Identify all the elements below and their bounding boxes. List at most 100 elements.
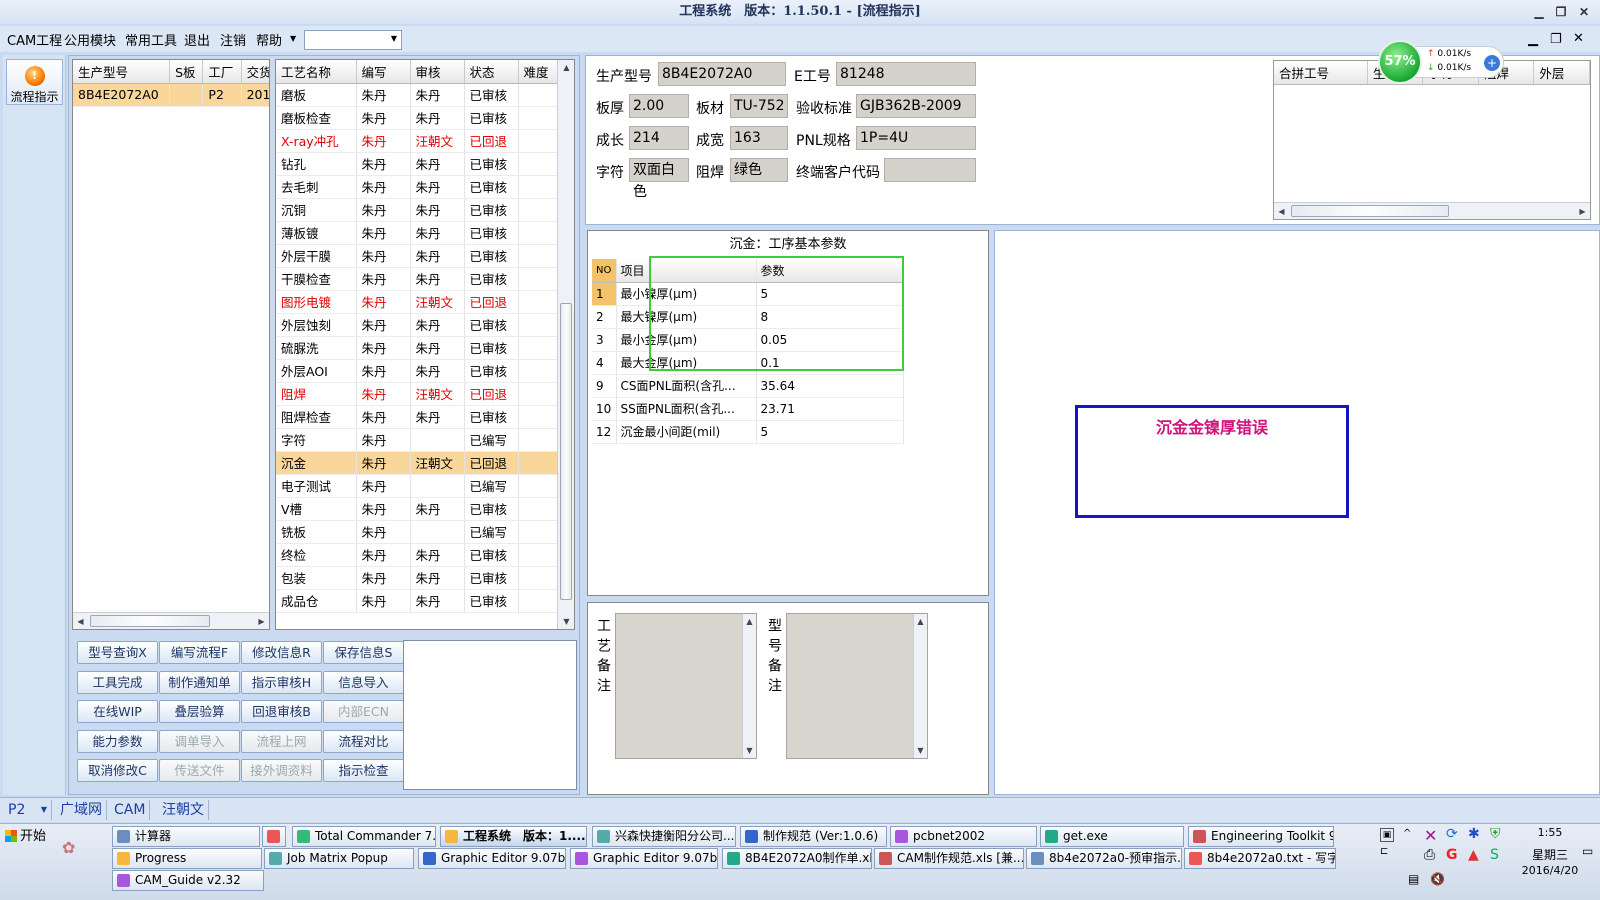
scroll-left-icon[interactable]: ◀ <box>73 614 88 629</box>
product-row[interactable]: 8B4E2072A0 P22016/ <box>73 83 269 107</box>
process-row[interactable]: 去毛刺 朱丹 朱丹 已审核 <box>276 175 559 199</box>
taskbar-item[interactable]: Progress <box>112 848 262 869</box>
product-column-header[interactable]: S板 <box>169 60 204 84</box>
menu-combo[interactable]: ▼ <box>304 30 402 50</box>
process-row[interactable]: 字符 朱丹 已编写 <box>276 428 559 452</box>
process-row[interactable]: 终检 朱丹 朱丹 已审核 <box>276 543 559 567</box>
pnl-field[interactable]: 1P=4U <box>856 126 976 150</box>
process-column-header[interactable]: 审核 <box>410 60 465 84</box>
taskbar-item[interactable]: pcbnet2002 <box>890 826 1037 847</box>
process-row[interactable]: V槽 朱丹 朱丹 已审核 <box>276 497 559 521</box>
action-button[interactable]: 编写流程F <box>159 641 240 664</box>
action-button[interactable]: 接外调资料 <box>241 759 322 782</box>
tray-x-icon[interactable]: ✕ <box>1424 826 1437 845</box>
process-row[interactable]: 包装 朱丹 朱丹 已审核 <box>276 566 559 590</box>
process-row[interactable]: 图形电镀 朱丹 汪朝文 已回退 <box>276 290 559 314</box>
scroll-up-icon[interactable]: ▲ <box>914 614 927 629</box>
action-button[interactable]: 调单导入 <box>159 729 240 753</box>
process-column-header[interactable]: 工艺名称 <box>276 60 357 84</box>
tray-s-icon[interactable]: S <box>1490 847 1499 863</box>
action-button[interactable]: 型号查询X <box>77 641 158 664</box>
taskbar-item[interactable]: 兴森快捷衡阳分公司... <box>592 826 736 847</box>
process-row[interactable]: 电子测试 朱丹 已编写 <box>276 474 559 498</box>
process-column-header[interactable]: 难度 <box>518 60 559 84</box>
process-vertical-scrollbar[interactable]: ▲ ▼ <box>557 60 574 629</box>
standard-field[interactable]: GJB362B-2009 <box>856 94 976 118</box>
process-column-header[interactable]: 编写 <box>356 60 411 84</box>
action-button[interactable]: 回退审核B <box>241 700 322 723</box>
process-row[interactable]: 硫脲洗 朱丹 朱丹 已审核 <box>276 336 559 360</box>
process-row[interactable]: 外层蚀刻 朱丹 朱丹 已审核 <box>276 313 559 337</box>
menu-common-module[interactable]: 公用模块 <box>64 30 116 49</box>
scroll-up-icon[interactable]: ▲ <box>743 614 756 629</box>
process-row[interactable]: 成品仓 朱丹 朱丹 已审核 <box>276 589 559 613</box>
menu-dropdown-icon[interactable]: ▼ <box>290 34 296 43</box>
menu-tools[interactable]: 常用工具 <box>125 30 177 49</box>
product-horizontal-scrollbar[interactable]: ◀ ▶ <box>73 612 269 629</box>
mdi-close-icon[interactable]: ✕ <box>1573 31 1584 46</box>
tray-g-icon[interactable]: G <box>1446 847 1458 863</box>
model-notes-textarea[interactable]: ▲ ▼ <box>786 613 928 759</box>
process-row[interactable]: 铣板 朱丹 已编写 <box>276 520 559 544</box>
action-button[interactable]: 指示审核H <box>241 670 322 694</box>
action-button[interactable]: 在线WIP <box>77 700 158 723</box>
process-row[interactable]: 磨板检查 朱丹 朱丹 已审核 <box>276 106 559 130</box>
scroll-thumb[interactable] <box>90 615 210 627</box>
volume-muted-icon[interactable]: 🔇 <box>1430 872 1445 886</box>
process-row[interactable]: 薄板镀 朱丹 朱丹 已审核 <box>276 221 559 245</box>
quicklaunch-icon[interactable]: ✿ <box>62 838 75 857</box>
model-field[interactable]: 8B4E2072A0 <box>658 62 786 86</box>
clock-weekday[interactable]: 星期三 <box>1520 846 1580 863</box>
process-row[interactable]: 磨板 朱丹 朱丹 已审核 <box>276 83 559 107</box>
notes-scrollbar[interactable]: ▲ ▼ <box>913 614 927 758</box>
char-field[interactable]: 双面白色 <box>629 158 689 200</box>
scroll-thumb[interactable] <box>560 303 572 600</box>
factory-select[interactable]: P2 ▼ <box>4 800 52 820</box>
process-row[interactable]: X-ray冲孔 朱丹 汪朝文 已回退 <box>276 129 559 153</box>
restore-icon[interactable]: ❐ <box>1550 2 1572 22</box>
length-field[interactable]: 214 <box>629 126 689 150</box>
network-monitor-widget[interactable]: ↑ 0.01K/s ↓ 0.01K/s + 57% <box>1378 40 1504 84</box>
mdi-restore-icon[interactable]: ❐ <box>1550 32 1562 47</box>
scroll-thumb[interactable] <box>1291 205 1449 217</box>
scroll-down-icon[interactable]: ▼ <box>559 614 574 629</box>
tray-sync-icon[interactable]: ⟳ <box>1446 826 1458 842</box>
combo-horizontal-scrollbar[interactable]: ◀ ▶ <box>1274 202 1590 219</box>
process-row[interactable]: 干膜检查 朱丹 朱丹 已审核 <box>276 267 559 291</box>
taskbar-item[interactable]: Engineering Toolkit 9.0... <box>1188 826 1334 847</box>
mdi-minimize-icon[interactable]: ▁ <box>1528 32 1538 47</box>
taskbar-item[interactable]: 计算器 <box>112 826 260 847</box>
taskbar-item[interactable]: 制作规范 (Ver:1.0.6) <box>740 826 887 847</box>
params-row[interactable]: 9 CS面PNL面积(含孔... 35.64 <box>592 374 904 398</box>
action-button[interactable]: 保存信息S <box>323 641 404 664</box>
taskbar-item[interactable]: Total Commander 7.0 ... <box>292 826 436 847</box>
bluetooth-icon[interactable]: ✱ <box>1468 826 1480 842</box>
action-button[interactable]: 叠层验算 <box>159 700 240 723</box>
combo-column-header[interactable]: 外层 <box>1533 61 1590 85</box>
scroll-right-icon[interactable]: ▶ <box>1575 204 1590 219</box>
shield-icon[interactable]: ⛨ <box>1490 826 1501 842</box>
tray-network-icon[interactable]: ▤ <box>1408 872 1419 886</box>
taskbar-item[interactable]: CAM_Guide v2.32 <box>112 870 264 891</box>
width-field[interactable]: 163 <box>730 126 788 150</box>
action-button[interactable]: 内部ECN <box>323 700 404 723</box>
action-button[interactable]: 流程对比 <box>323 729 404 753</box>
close-icon[interactable]: ✕ <box>1573 2 1595 22</box>
taskbar-item[interactable]: 8b4e2072a0.txt - 写字板 <box>1184 848 1336 869</box>
customer-field[interactable] <box>884 158 976 182</box>
action-button[interactable]: 修改信息R <box>241 641 322 664</box>
process-row[interactable]: 沉金 朱丹 汪朝文 已回退 <box>276 451 559 475</box>
plus-icon[interactable]: + <box>1484 55 1500 71</box>
menu-exit[interactable]: 退出 <box>184 30 210 49</box>
process-row[interactable]: 钻孔 朱丹 朱丹 已审核 <box>276 152 559 176</box>
eno-field[interactable]: 81248 <box>836 62 976 86</box>
mask-field[interactable]: 绿色 <box>730 158 788 182</box>
taskbar-item[interactable]: Graphic Editor 9.07b2 (... <box>570 848 718 869</box>
tray-expand-icon[interactable]: ^ <box>1403 828 1411 839</box>
tray-window-icon[interactable]: ▣ <box>1380 828 1394 842</box>
taskbar-item[interactable] <box>262 826 286 847</box>
params-row[interactable]: 12 沉金最小间距(mil) 5 <box>592 420 904 444</box>
product-column-header[interactable]: 工厂 <box>202 60 242 84</box>
tray-printer-icon[interactable]: ⎙ <box>1424 847 1435 863</box>
minimize-icon[interactable]: ▁ <box>1528 2 1550 22</box>
